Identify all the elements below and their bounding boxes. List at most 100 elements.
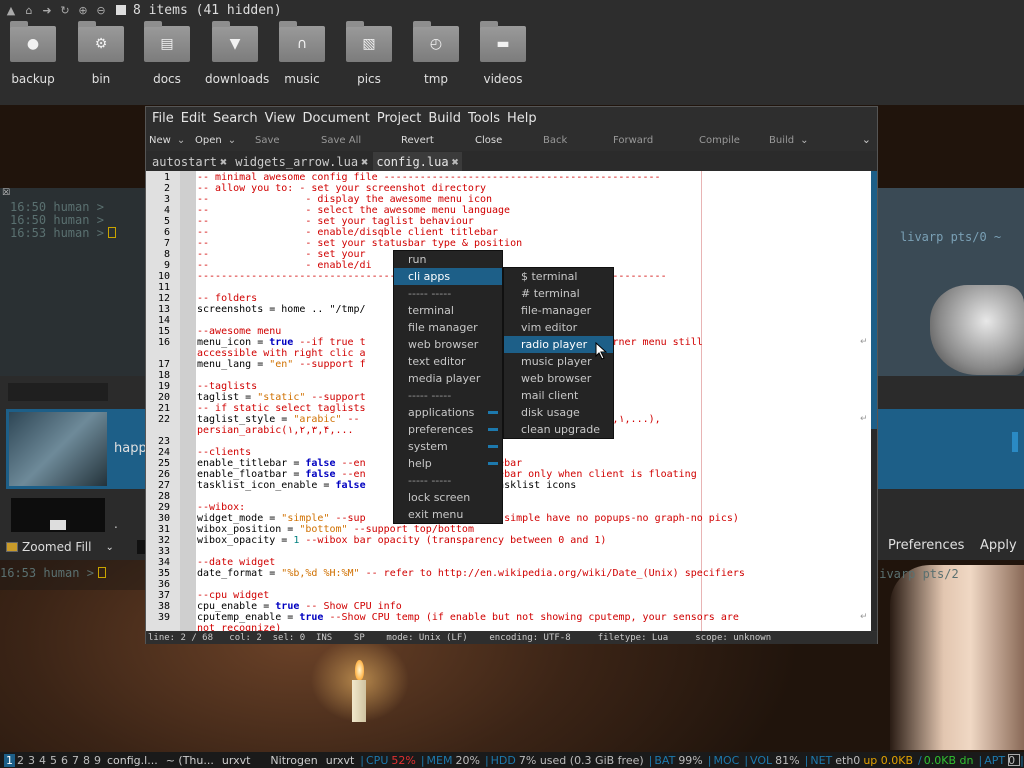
submenu-item-terminal[interactable]: $ terminal [504, 268, 613, 285]
code-line: --cpu widget--cpu widget [197, 590, 269, 601]
submenu-item-vim-editor[interactable]: vim editor [504, 319, 613, 336]
menu-item-help[interactable]: help [394, 455, 502, 472]
menu-tools[interactable]: Tools [467, 111, 506, 126]
zoom-out-icon[interactable]: ⊖ [94, 4, 108, 17]
menu-document[interactable]: Document [301, 111, 375, 126]
code-text-rendered: screenshots = home .. "/tmp/ [197, 304, 366, 315]
menu-help[interactable]: Help [506, 111, 543, 126]
up-icon[interactable]: ▲ [4, 4, 18, 17]
tag-7[interactable]: 7 [70, 754, 81, 767]
toolbar-forward-button[interactable]: Forward [610, 135, 690, 146]
tag-2[interactable]: 2 [15, 754, 26, 767]
folder-downloads[interactable]: ▼ downloads [205, 21, 269, 86]
tag-5[interactable]: 5 [48, 754, 59, 767]
close-icon[interactable]: ✖ [220, 155, 227, 169]
tab-autostart[interactable]: autostart ✖ [149, 152, 230, 171]
menu-file[interactable]: File [151, 111, 180, 126]
toolbar-back-button[interactable]: Back [540, 135, 604, 146]
folder-music[interactable]: ∩ music [272, 21, 332, 86]
folder-docs[interactable]: ▤ docs [137, 21, 197, 86]
tab-config-lua[interactable]: config.lua ✖ [373, 152, 462, 171]
toolbar-label: New [149, 134, 171, 146]
menu-search[interactable]: Search [212, 111, 264, 126]
menu-build[interactable]: Build [427, 111, 467, 126]
menu-item-label: radio player [521, 338, 588, 351]
tag-3[interactable]: 3 [26, 754, 37, 767]
folder-videos[interactable]: ▬ videos [473, 21, 533, 86]
tag-8[interactable]: 8 [81, 754, 92, 767]
toolbar-revert-button[interactable]: Revert [398, 135, 466, 146]
toolbar-compile-button[interactable]: Compile [696, 135, 760, 146]
menu-item-run[interactable]: run [394, 251, 502, 268]
wallpaper-thumbnail-2[interactable] [11, 498, 105, 532]
menu-view[interactable]: View [264, 111, 302, 126]
tag-6[interactable]: 6 [59, 754, 70, 767]
power-icon[interactable] [1008, 754, 1020, 766]
close-icon[interactable]: ✖ [452, 155, 459, 169]
menu-item-file-manager[interactable]: file manager [394, 319, 502, 336]
toolbar-close-button[interactable]: Close [472, 135, 534, 146]
wallpaper-thumbnail[interactable] [9, 412, 107, 486]
submenu-item-disk-usage[interactable]: disk usage [504, 404, 613, 421]
nitrogen-scrollbar[interactable] [1012, 432, 1018, 452]
toolbar-save-button[interactable]: Save [252, 135, 312, 146]
submenu-item-mail-client[interactable]: mail client [504, 387, 613, 404]
line-number: 4 [163, 205, 170, 216]
menu-item-text-editor[interactable]: text editor [394, 353, 502, 370]
tag-1[interactable]: 1 [4, 753, 15, 767]
toolbar-build-button[interactable]: Build ⌄ [766, 135, 844, 146]
menu-item-cli-apps[interactable]: cli apps [394, 268, 502, 285]
nitrogen-path-field[interactable] [8, 383, 108, 401]
menu-item-web-browser[interactable]: web browser [394, 336, 502, 353]
toolbar-overflow-icon[interactable]: ⌄ [862, 133, 871, 146]
forward-icon[interactable]: ➜ [40, 4, 54, 17]
home-icon[interactable]: ⌂ [22, 4, 36, 17]
submenu-item-clean-upgrade[interactable]: clean upgrade [504, 421, 613, 438]
task-item[interactable]: urxvt [322, 754, 359, 767]
menu-item-lock-screen[interactable]: lock screen [394, 489, 502, 506]
menu-item-system[interactable]: system [394, 438, 502, 455]
folder-tmp[interactable]: ◴ tmp [406, 21, 466, 86]
menu-project[interactable]: Project [376, 111, 427, 126]
code-text-rendered: cputemp_enable = true --Show CPU temp (i… [197, 612, 739, 623]
folder-pics[interactable]: ▧ pics [339, 21, 399, 86]
menu-edit[interactable]: Edit [180, 111, 212, 126]
scrollbar-thumb[interactable] [871, 171, 877, 429]
menu-item-label: ----- ----- [408, 287, 452, 300]
submenu-item-file-manager[interactable]: file-manager [504, 302, 613, 319]
mode-dropdown[interactable]: Zoomed Fill ⌄ [6, 538, 128, 556]
apply-button[interactable]: Apply [980, 538, 1017, 553]
tab-widgets-arrow-lua[interactable]: widgets_arrow.lua ✖ [232, 152, 371, 171]
folder-bin[interactable]: ⚙ bin [71, 21, 131, 86]
code-text-rendered: -- - set your statusbar type & position [197, 238, 523, 249]
toolbar-new-button[interactable]: New ⌄ [146, 135, 186, 146]
task-item[interactable]: Nitrogen [254, 754, 321, 767]
task-item[interactable]: config.l... [103, 754, 162, 767]
menu-item-terminal[interactable]: terminal [394, 302, 502, 319]
close-icon[interactable]: ✖ [361, 155, 368, 169]
submenu-item-web-browser[interactable]: web browser [504, 370, 613, 387]
toolbar-open-button[interactable]: Open ⌄ [192, 135, 246, 146]
editor-scrollbar[interactable] [871, 171, 877, 631]
folder-backup[interactable]: ● backup [3, 21, 63, 86]
preferences-button[interactable]: Preferences [888, 538, 964, 553]
menu-item-applications[interactable]: applications [394, 404, 502, 421]
folder-icon: ◴ [413, 21, 459, 62]
menu-item-exit-menu[interactable]: exit menu [394, 506, 502, 523]
menu-item-preferences[interactable]: preferences [394, 421, 502, 438]
tag-9[interactable]: 9 [92, 754, 103, 767]
submenu-item-terminal[interactable]: # terminal [504, 285, 613, 302]
task-item[interactable]: ~ (Thu... [162, 754, 218, 767]
menu-item-media-player[interactable]: media player [394, 370, 502, 387]
task-item[interactable]: urxvt [218, 754, 255, 767]
refresh-icon[interactable]: ↻ [58, 4, 72, 17]
tag-4[interactable]: 4 [37, 754, 48, 767]
left-terminal[interactable]: ☒ 16:50 human >16:50 human >16:53 human … [0, 188, 146, 380]
select-all-checkbox[interactable] [116, 5, 126, 15]
left-terminal-2[interactable]: 16:53 human > [0, 560, 146, 590]
code-text-rendered: -- - set your [197, 249, 366, 260]
toolbar-save-all-button[interactable]: Save All [318, 135, 392, 146]
code-text-rendered: --awesome menu [197, 326, 282, 337]
zoom-in-icon[interactable]: ⊕ [76, 4, 90, 17]
editor-tabs: autostart ✖ widgets_arrow.lua ✖ config.lua ✖ [146, 151, 877, 171]
